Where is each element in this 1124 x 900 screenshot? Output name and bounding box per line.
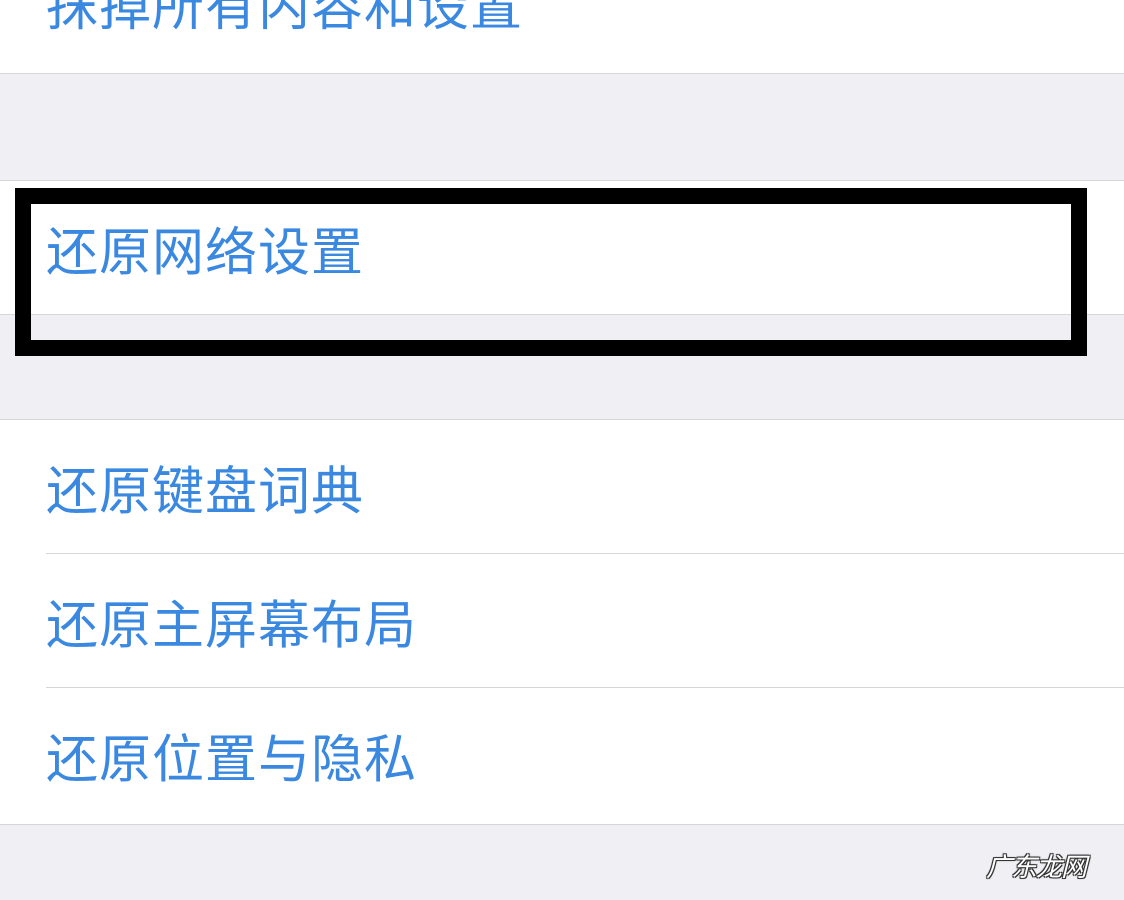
watermark-text: 广东龙网 xyxy=(985,853,1087,883)
reset-location-privacy-cell[interactable]: 还原位置与隐私 xyxy=(0,688,1124,822)
settings-group-reset-other: 还原键盘词典 还原主屏幕布局 还原位置与隐私 xyxy=(0,419,1124,825)
reset-keyboard-dictionary-label: 还原键盘词典 xyxy=(46,462,365,523)
reset-network-settings-cell[interactable]: 还原网络设置 xyxy=(0,181,1124,315)
erase-all-content-and-settings-label: 抹掉所有内容和设置 xyxy=(46,0,524,38)
reset-keyboard-dictionary-cell[interactable]: 还原键盘词典 xyxy=(0,420,1124,554)
reset-home-screen-layout-cell[interactable]: 还原主屏幕布局 xyxy=(0,554,1124,688)
settings-group-erase: 抹掉所有内容和设置 xyxy=(0,0,1124,74)
reset-home-screen-layout-label: 还原主屏幕布局 xyxy=(46,596,418,657)
settings-group-network: 还原网络设置 xyxy=(0,180,1124,315)
reset-location-privacy-label: 还原位置与隐私 xyxy=(46,730,418,791)
erase-all-content-and-settings-cell[interactable]: 抹掉所有内容和设置 xyxy=(0,0,1124,73)
reset-network-settings-label: 还原网络设置 xyxy=(46,223,365,284)
